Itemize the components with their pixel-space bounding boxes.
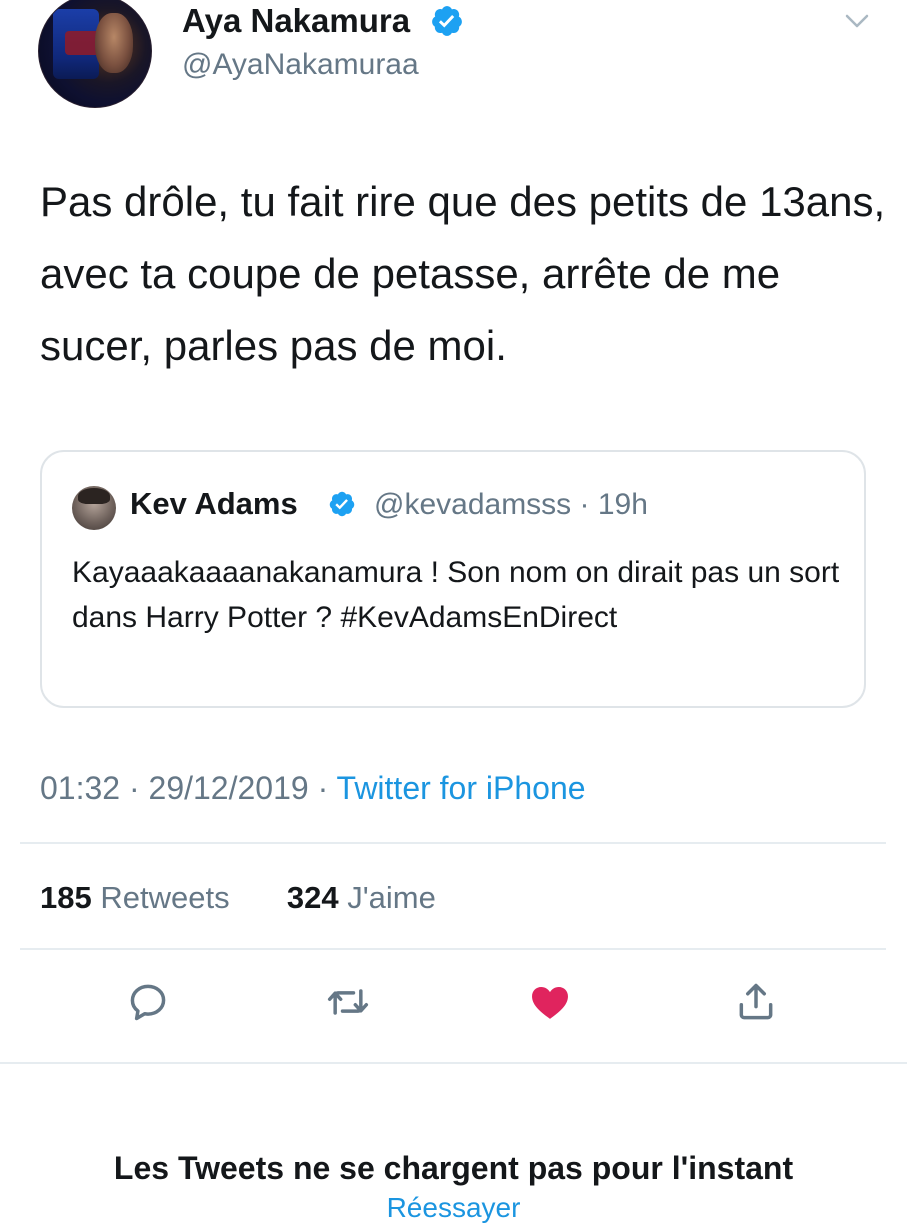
load-error-message: Les Tweets ne se chargent pas pour l'ins…	[113, 1150, 794, 1186]
tweet-source-link[interactable]: Twitter for iPhone	[337, 770, 586, 806]
quoted-tweet-text: Kayaaakaaaanakanamura ! Son nom on dirai…	[72, 556, 840, 634]
author-handle[interactable]: @AyaNakamuraa	[182, 48, 419, 82]
divider	[20, 948, 886, 950]
heart-icon[interactable]	[528, 980, 572, 1024]
tweet-text: Pas drôle, tu fait rire que des petits d…	[40, 178, 886, 369]
author-avatar[interactable]	[38, 0, 152, 108]
author-name[interactable]: Aya Nakamura	[182, 2, 410, 40]
quoted-author-handle-time: @kevadamsss · 19h	[374, 488, 648, 521]
verified-badge-icon	[329, 491, 355, 517]
likes-stat[interactable]: 324 J'aime	[287, 880, 436, 915]
share-icon[interactable]	[734, 980, 778, 1024]
quoted-author-name: Kev Adams	[130, 486, 298, 521]
retweets-label: Retweets	[100, 880, 230, 915]
reply-icon[interactable]	[126, 980, 170, 1024]
verified-badge-icon	[432, 6, 462, 36]
tweet-meta: 01:32 · 29/12/2019 · Twitter for iPhone	[40, 770, 586, 807]
tweet-stats: 185 Retweets 324 J'aime	[40, 880, 436, 916]
tweet-timestamp[interactable]: 01:32 · 29/12/2019 ·	[40, 770, 337, 806]
divider	[20, 842, 886, 844]
likes-count: 324	[286, 880, 339, 915]
retry-link[interactable]: Réessayer	[0, 1192, 907, 1224]
retweet-icon[interactable]	[326, 980, 370, 1024]
quoted-author-avatar	[72, 486, 116, 530]
likes-label: J'aime	[347, 880, 436, 915]
retweets-stat[interactable]: 185 Retweets	[40, 880, 230, 915]
retweets-count: 185	[40, 880, 92, 915]
chevron-down-icon[interactable]	[842, 10, 872, 32]
